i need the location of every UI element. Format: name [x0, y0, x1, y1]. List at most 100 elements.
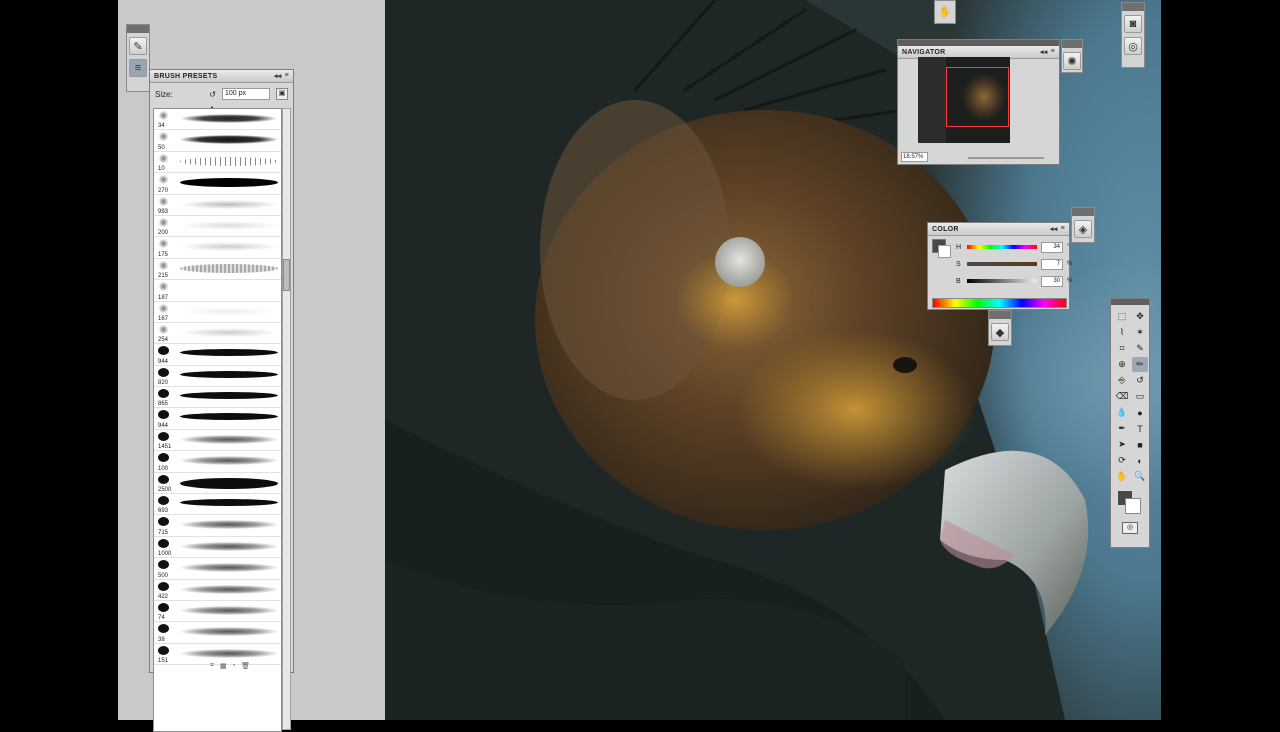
- view-box[interactable]: [946, 67, 1009, 127]
- saturation-unit: %: [1067, 261, 1073, 267]
- brush-preset-item[interactable]: 100: [154, 451, 281, 473]
- eraser-icon[interactable]: ⌫: [1114, 389, 1130, 404]
- brush-preset-item[interactable]: 10: [154, 152, 281, 174]
- brush-preset-item[interactable]: 175: [154, 237, 281, 259]
- brush-list-scrollbar[interactable]: [282, 108, 291, 730]
- brush-presets-icon[interactable]: ≡: [129, 59, 147, 77]
- shape-icon[interactable]: ■: [1132, 437, 1148, 452]
- brush-size-label: 693: [158, 508, 169, 515]
- layers-icon[interactable]: ◆: [991, 323, 1009, 341]
- swatches-icon[interactable]: ◈: [1074, 220, 1092, 238]
- brush-stroke-preview: [180, 178, 278, 188]
- color-ramp[interactable]: [932, 298, 1067, 308]
- size-label: Size:: [155, 89, 173, 99]
- collapse-icon[interactable]: ◂◂: [1050, 225, 1058, 233]
- quick-mask-icon[interactable]: ◎: [1122, 522, 1138, 534]
- brightness-slider[interactable]: [967, 279, 1037, 283]
- brush-preset-item[interactable]: 500: [154, 558, 281, 580]
- brush-preset-item[interactable]: 74: [154, 601, 281, 623]
- brush-stroke-preview: [180, 135, 278, 145]
- 3d-orbit-icon[interactable]: ◐: [1132, 453, 1148, 468]
- clone-stamp-icon[interactable]: ⎆: [1114, 373, 1130, 388]
- brush-preset-item[interactable]: 254: [154, 323, 281, 345]
- brush-preset-item[interactable]: 167: [154, 302, 281, 323]
- navigator-preview[interactable]: [918, 57, 1010, 143]
- scroll-thumb[interactable]: [283, 259, 290, 291]
- mask-icon[interactable]: ◎: [1124, 37, 1142, 55]
- hue-value[interactable]: 34: [1041, 241, 1063, 253]
- pen-icon[interactable]: ✒: [1114, 421, 1130, 436]
- reset-icon[interactable]: ↺: [209, 90, 216, 99]
- brush-preset-item[interactable]: 944: [154, 344, 281, 366]
- saturation-value[interactable]: 7: [1041, 258, 1063, 270]
- brush-preset-item[interactable]: 693: [154, 494, 281, 516]
- crop-icon[interactable]: ⌗: [1114, 341, 1130, 356]
- 3d-rotate-icon[interactable]: ⟳: [1114, 453, 1130, 468]
- brush-preset-item[interactable]: 187: [154, 280, 281, 302]
- brush-preset-item[interactable]: 993: [154, 195, 281, 216]
- brush-preset-item[interactable]: 2500: [154, 473, 281, 495]
- eyedropper-icon[interactable]: ✎: [1132, 341, 1148, 356]
- background-swatch[interactable]: [1125, 498, 1141, 514]
- trash-icon[interactable]: 🗑: [241, 662, 250, 670]
- marquee-icon[interactable]: ⬚: [1114, 309, 1130, 324]
- hand-icon[interactable]: ✋: [1114, 469, 1130, 484]
- saturation-slider[interactable]: [967, 262, 1037, 266]
- zoom-icon[interactable]: 🔍: [1132, 469, 1148, 484]
- canvas-hand-tool-icon[interactable]: ✋: [934, 0, 956, 24]
- new-preset-icon[interactable]: ▣: [276, 88, 288, 100]
- brush-size-label: 254: [158, 337, 169, 344]
- new-brush-icon[interactable]: ▫: [233, 662, 235, 670]
- panel-menu-icon[interactable]: ≡: [285, 72, 289, 80]
- brush-tip-icon: [158, 153, 169, 163]
- grid-icon[interactable]: ▦: [220, 662, 227, 670]
- brush-stroke-preview: [180, 263, 278, 273]
- type-icon[interactable]: T: [1132, 421, 1148, 436]
- panel-menu-icon[interactable]: ≡: [1061, 225, 1065, 233]
- gradient-icon[interactable]: ▭: [1132, 389, 1148, 404]
- collapse-icon[interactable]: ◂◂: [1040, 48, 1048, 56]
- brush-tip-icon: [158, 346, 169, 356]
- magic-wand-icon[interactable]: ✶: [1132, 325, 1148, 340]
- background-color-swatch[interactable]: [938, 245, 951, 258]
- brush-preset-item[interactable]: 715: [154, 515, 281, 537]
- brush-preset-item[interactable]: 820: [154, 366, 281, 388]
- brush-size-label: 993: [158, 208, 169, 215]
- hue-slider[interactable]: [967, 245, 1037, 249]
- color-side-strip: ◈: [1071, 207, 1095, 243]
- size-input[interactable]: 100 px: [222, 88, 270, 100]
- brush-preset-item[interactable]: 422: [154, 580, 281, 601]
- brush-preset-item[interactable]: 270: [154, 173, 281, 195]
- path-select-icon[interactable]: ➤: [1114, 437, 1130, 452]
- brightness-value[interactable]: 30: [1041, 275, 1063, 287]
- dodge-icon[interactable]: ●: [1132, 405, 1148, 420]
- brush-tool-icon[interactable]: ✎: [129, 37, 147, 55]
- blur-icon[interactable]: 💧: [1114, 405, 1130, 420]
- brush-preset-item[interactable]: 1000: [154, 537, 281, 559]
- panel-title: COLOR: [932, 225, 959, 233]
- brush-stroke-preview: [180, 413, 278, 421]
- brush-size-label: 270: [158, 187, 169, 194]
- brush-size-label: 151: [158, 658, 169, 665]
- zoom-slider[interactable]: [968, 157, 1044, 159]
- brush-preset-item[interactable]: 200: [154, 216, 281, 238]
- camera-icon[interactable]: ◙: [1124, 15, 1142, 33]
- brush-preset-item[interactable]: 215: [154, 259, 281, 281]
- toggle-brush-panel-icon[interactable]: ⌗: [210, 662, 214, 670]
- brush-preset-item[interactable]: 38: [154, 622, 281, 644]
- brush-icon[interactable]: ✏: [1132, 357, 1148, 372]
- move-icon[interactable]: ✥: [1132, 309, 1148, 324]
- zoom-input[interactable]: 18.57%: [901, 152, 928, 162]
- brush-preset-item[interactable]: 865: [154, 387, 281, 409]
- brush-preset-item[interactable]: 1451: [154, 430, 281, 452]
- brush-preset-item[interactable]: 944: [154, 408, 281, 430]
- healing-icon[interactable]: ⊕: [1114, 357, 1130, 372]
- panel-menu-icon[interactable]: ≡: [1051, 48, 1055, 56]
- history-brush-icon[interactable]: ↺: [1132, 373, 1148, 388]
- color-swatches: [1111, 488, 1149, 518]
- collapse-icon[interactable]: ◂◂: [274, 72, 282, 80]
- lasso-icon[interactable]: ⌇: [1114, 325, 1130, 340]
- brush-preset-item[interactable]: 34: [154, 109, 281, 131]
- brush-preset-item[interactable]: 50: [154, 130, 281, 152]
- navigator-icon[interactable]: ✺: [1063, 52, 1081, 70]
